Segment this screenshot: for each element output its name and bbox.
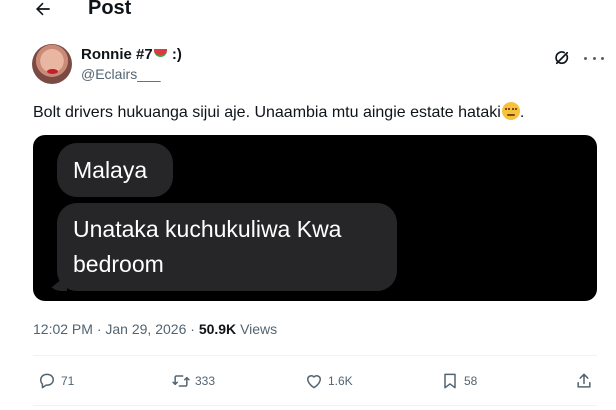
post-text: Bolt drivers hukuanga sijui aje. Unaambi… <box>33 102 525 121</box>
author-name[interactable]: Ronnie #7 :) <box>81 46 182 63</box>
back-button[interactable] <box>30 0 56 22</box>
grok-icon <box>555 51 569 65</box>
divider <box>33 405 597 406</box>
reply-icon <box>40 373 54 389</box>
back-arrow-icon <box>36 2 50 16</box>
like-count: 1.6K <box>328 374 353 388</box>
post-date[interactable]: Jan 29, 2026 <box>105 321 186 337</box>
reply-count: 71 <box>61 374 75 388</box>
post-image[interactable]: Malaya Unataka kuchukuliwa Kwa bedroom <box>33 135 597 301</box>
watermelon-emoji-icon <box>153 49 167 57</box>
repost-count: 333 <box>195 374 216 388</box>
message-bubble: Unataka kuchukuliwa Kwa bedroom <box>57 203 397 291</box>
reply-button[interactable]: 71 <box>37 371 74 391</box>
bookmark-button[interactable]: 58 <box>440 371 477 391</box>
post-timestamp: 12:02 PM · Jan 29, 2026 · 50.9K Views <box>33 321 278 337</box>
share-button[interactable] <box>574 371 598 391</box>
more-button[interactable] <box>584 50 604 66</box>
share-icon <box>577 373 591 388</box>
views-label: Views <box>240 321 278 337</box>
page-title: Post <box>88 0 132 19</box>
top-bar: Post <box>0 0 616 22</box>
bookmark-icon <box>444 373 456 389</box>
grok-button[interactable] <box>551 47 573 69</box>
repost-icon <box>172 375 190 387</box>
message-bubble: Malaya <box>57 143 173 197</box>
divider <box>33 355 597 356</box>
like-button[interactable]: 1.6K <box>304 371 353 391</box>
like-icon <box>307 375 321 389</box>
repost-button[interactable]: 333 <box>171 371 215 391</box>
views-count: 50.9K <box>198 321 237 337</box>
unamused-emoji-icon <box>501 102 520 120</box>
post-time[interactable]: 12:02 PM <box>33 321 93 337</box>
more-icon <box>584 56 587 60</box>
author-handle[interactable]: @Eclairs___ <box>81 66 161 82</box>
avatar[interactable] <box>32 44 72 84</box>
bookmark-count: 58 <box>464 374 478 388</box>
